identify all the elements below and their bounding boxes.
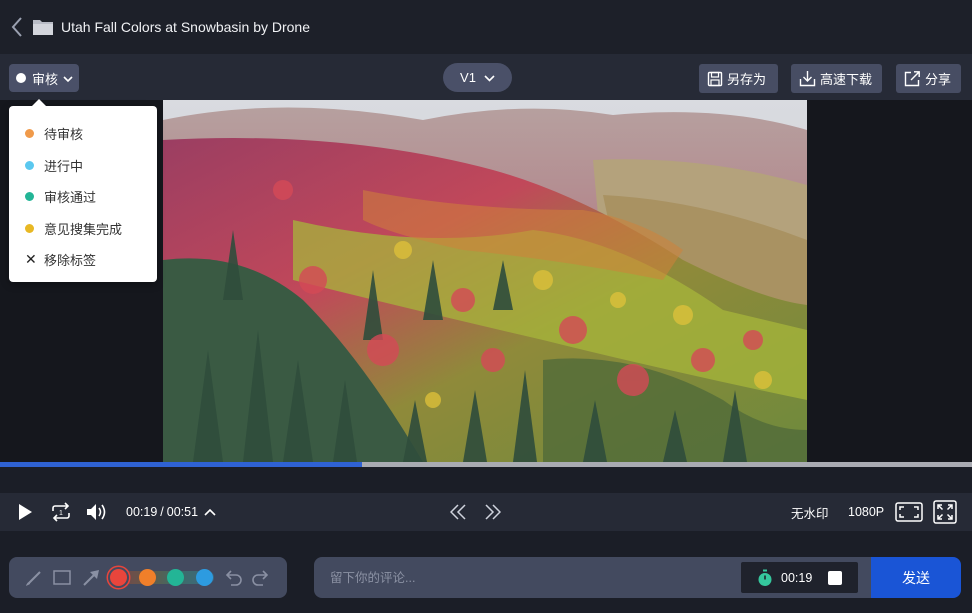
folder-icon	[32, 18, 54, 36]
fullscreen-icon	[933, 500, 957, 524]
send-button[interactable]: 发送	[871, 557, 961, 598]
volume-icon	[87, 504, 106, 520]
undo-button[interactable]	[222, 557, 244, 598]
arrow-icon	[83, 569, 99, 586]
time-separator: /	[160, 505, 164, 519]
current-time: 00:19	[126, 505, 158, 519]
color-swatch-orange[interactable]	[139, 569, 156, 586]
rectangle-tool[interactable]	[51, 557, 73, 598]
menu-item-feedback-done[interactable]: 意见搜集完成	[9, 213, 157, 245]
redo-button[interactable]	[250, 557, 272, 598]
review-status-button[interactable]: 审核	[9, 64, 79, 92]
video-frame[interactable]	[163, 100, 807, 462]
fit-screen-icon	[895, 502, 923, 522]
loop-icon: 1	[52, 502, 70, 522]
menu-item-remove-tag[interactable]: ✕ 移除标签	[9, 244, 157, 276]
chevron-up-icon[interactable]	[204, 508, 216, 516]
progress-bar[interactable]	[0, 462, 972, 467]
rectangle-icon	[53, 570, 71, 585]
toolbar: 审核 V1 另存为 高速下载 分享	[0, 54, 972, 100]
menu-item-approved[interactable]: 审核通过	[9, 181, 157, 213]
total-time: 00:51	[166, 505, 199, 519]
brush-icon	[26, 570, 41, 586]
status-dot-icon	[25, 160, 34, 170]
theater-mode-button[interactable]	[894, 493, 924, 531]
previous-frame-button[interactable]	[447, 493, 469, 531]
watermark-toggle[interactable]: 无水印	[791, 493, 829, 531]
status-dot-icon	[25, 223, 34, 233]
comment-timestamp: 00:19	[781, 570, 813, 585]
stopwatch-icon	[757, 569, 773, 587]
timestamp-checkbox[interactable]	[828, 570, 843, 585]
chevron-down-icon	[484, 70, 495, 85]
arrow-tool[interactable]	[80, 557, 102, 598]
video-review-app: Utah Fall Colors at Snowbasin by Drone 审…	[0, 0, 972, 613]
share-label: 分享	[925, 72, 952, 87]
comment-box: 00:19	[314, 557, 871, 598]
color-swatch-red[interactable]	[110, 569, 127, 586]
loop-button[interactable]: 1	[47, 493, 75, 531]
fullscreen-button[interactable]	[932, 493, 958, 531]
status-dot-icon	[25, 192, 34, 202]
menu-item-label: 待审核	[44, 127, 84, 143]
playback-controls: 1 00:19 / 00:51 无水印 1080P	[0, 493, 972, 531]
menu-item-label: 进行中	[44, 158, 84, 174]
menu-item-label: 意见搜集完成	[44, 221, 123, 237]
back-icon[interactable]	[2, 0, 32, 54]
color-swatch-blue[interactable]	[196, 569, 213, 586]
undo-icon	[225, 569, 242, 586]
color-swatch-teal[interactable]	[167, 569, 184, 586]
annotation-toolbar	[9, 557, 287, 598]
svg-text:1: 1	[59, 510, 63, 517]
status-dot-icon	[25, 129, 34, 139]
save-icon	[707, 71, 723, 86]
status-dot-icon	[16, 73, 26, 83]
version-select[interactable]: V1	[443, 63, 512, 92]
timestamp-toggle: 00:19	[741, 562, 858, 593]
download-button[interactable]: 高速下载	[791, 64, 882, 93]
review-status-menu: 待审核 进行中 审核通过 意见搜集完成 ✕ 移除标签	[9, 99, 157, 282]
menu-item-in-progress[interactable]: 进行中	[9, 150, 157, 182]
time-display: 00:19 / 00:51	[126, 493, 216, 531]
comment-input[interactable]	[330, 557, 730, 598]
video-title: Utah Fall Colors at Snowbasin by Drone	[61, 19, 311, 35]
share-button[interactable]: 分享	[896, 64, 961, 93]
double-chevron-right-icon	[485, 504, 501, 520]
play-button[interactable]	[12, 493, 38, 531]
title-bar: Utah Fall Colors at Snowbasin by Drone	[0, 0, 972, 54]
brush-tool[interactable]	[23, 557, 45, 598]
redo-icon	[252, 569, 269, 586]
volume-button[interactable]	[84, 493, 110, 531]
download-label: 高速下载	[820, 72, 873, 87]
version-label: V1	[460, 70, 476, 85]
double-chevron-left-icon	[450, 504, 466, 520]
menu-item-pending[interactable]: 待审核	[9, 118, 157, 150]
progress-fill	[0, 462, 363, 467]
play-icon	[19, 504, 32, 520]
menu-item-label: 移除标签	[44, 253, 97, 269]
chevron-down-icon	[63, 71, 73, 86]
close-icon: ✕	[25, 251, 37, 268]
download-icon	[799, 71, 816, 87]
share-icon	[904, 71, 920, 87]
menu-item-label: 审核通过	[44, 190, 97, 206]
next-frame-button[interactable]	[482, 493, 504, 531]
save-as-button[interactable]: 另存为	[699, 64, 778, 93]
review-label: 审核	[32, 71, 59, 87]
save-as-label: 另存为	[727, 72, 767, 87]
resolution-select[interactable]: 1080P	[848, 493, 884, 531]
